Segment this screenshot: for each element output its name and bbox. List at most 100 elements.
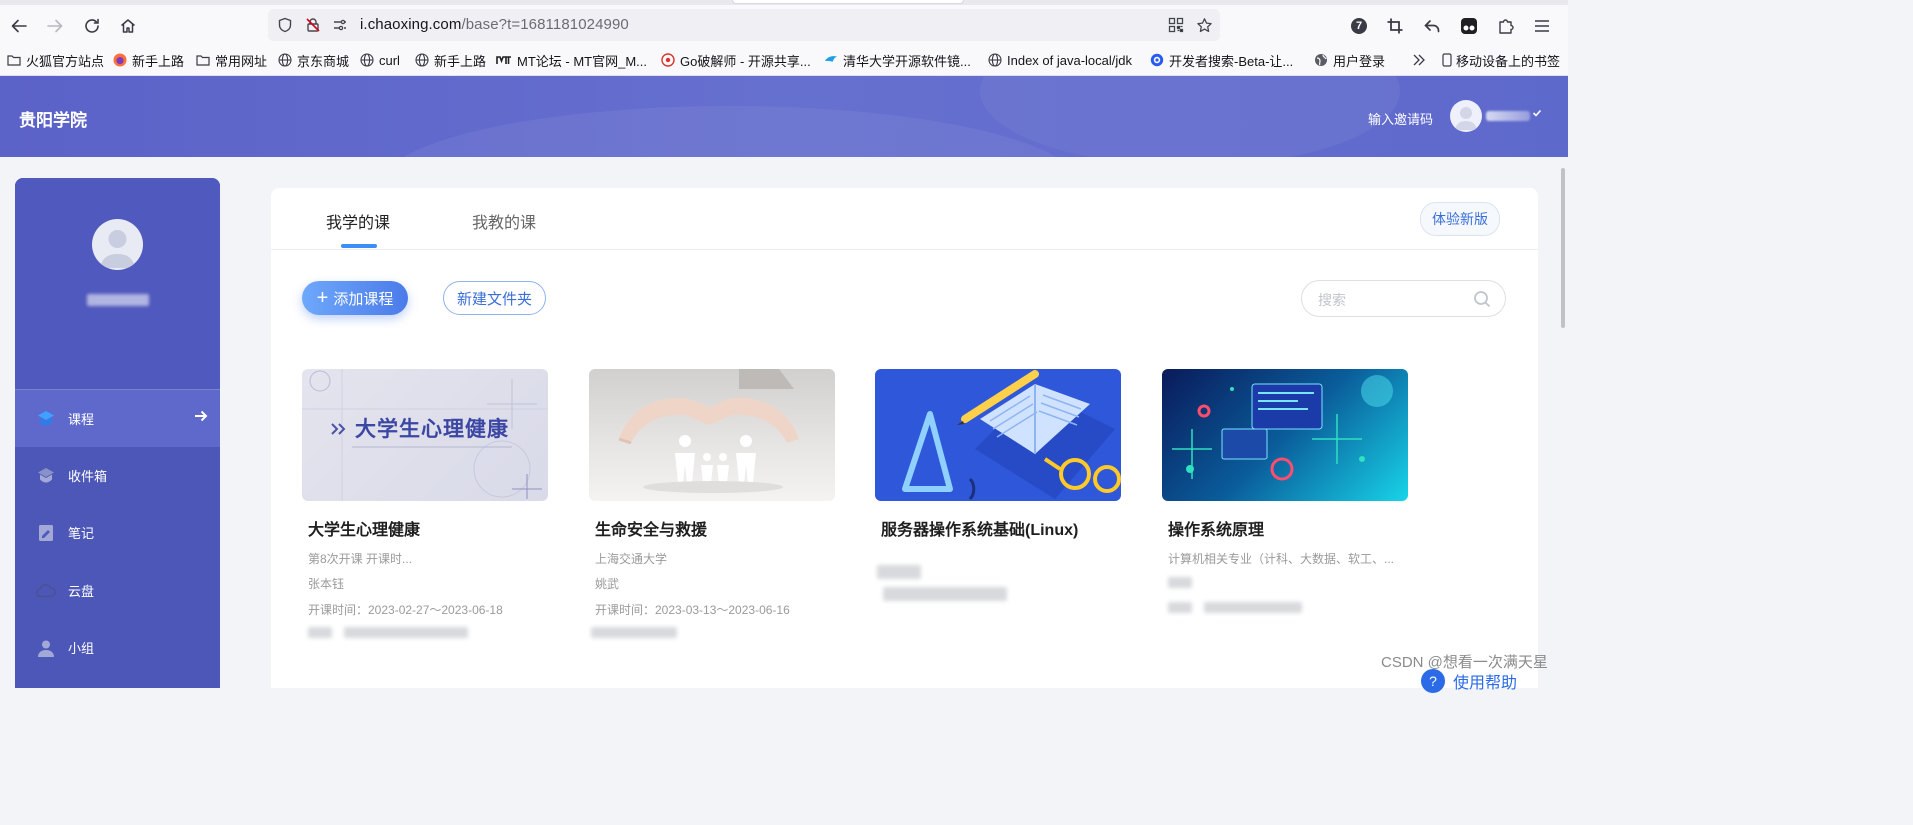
extensions-button[interactable] bbox=[1494, 14, 1518, 38]
sidebar-item-label: 课程 bbox=[68, 412, 95, 427]
bookmark-item[interactable]: 火狐官方站点 bbox=[7, 51, 104, 69]
folder-icon bbox=[196, 53, 210, 67]
home-button[interactable] bbox=[116, 14, 140, 38]
arrow-right-icon bbox=[47, 19, 63, 33]
page-scrollbar[interactable] bbox=[1561, 168, 1565, 328]
course-card[interactable]: 服务器操作系统基础(Linux) bbox=[875, 369, 1121, 669]
hamburger-menu-icon bbox=[1535, 20, 1549, 32]
bookmark-label: 新手上路 bbox=[434, 53, 487, 69]
undo-button[interactable] bbox=[1420, 14, 1444, 38]
header-decoration bbox=[380, 106, 1080, 157]
tab-learning-courses[interactable]: 我学的课 bbox=[326, 209, 390, 233]
course-card[interactable]: 操作系统原理 计算机相关专业（计科、大数据、软工、... bbox=[1162, 369, 1408, 669]
school-name[interactable]: 贵阳学院 bbox=[19, 106, 87, 131]
back-button[interactable] bbox=[7, 14, 31, 38]
avatar[interactable] bbox=[1450, 100, 1482, 132]
bookmark-item[interactable]: 清华大学开源软件镜... bbox=[824, 51, 971, 69]
baidu-dev-icon bbox=[1150, 53, 1164, 67]
user-name-redacted bbox=[87, 294, 149, 306]
bookmark-label: 新手上路 bbox=[132, 53, 185, 69]
dropdown-check-icon[interactable] bbox=[1532, 108, 1542, 121]
course-thumbnail[interactable]: 大学生心理健康 bbox=[302, 369, 548, 501]
go-icon bbox=[661, 53, 675, 67]
active-tab-edge[interactable] bbox=[732, 0, 964, 4]
globe-icon bbox=[360, 53, 374, 67]
search-icon[interactable] bbox=[1473, 290, 1491, 308]
bookmark-label: 开发者搜索-Beta-让... bbox=[1169, 53, 1294, 69]
redacted-text bbox=[1204, 602, 1302, 613]
invite-code-link[interactable]: 输入邀请码 bbox=[1368, 109, 1433, 128]
course-thumbnail[interactable] bbox=[1162, 369, 1408, 501]
search-field[interactable] bbox=[1301, 280, 1506, 317]
course-title[interactable]: 大学生心理健康 bbox=[308, 516, 420, 540]
course-meta: 第8次开课 开课时... bbox=[308, 552, 413, 566]
globe-icon bbox=[1314, 53, 1328, 67]
sidebar-item-course[interactable]: 课程 bbox=[15, 390, 220, 447]
qr-code-icon[interactable] bbox=[1167, 16, 1185, 34]
bookmark-label: 常用网址 bbox=[215, 53, 268, 69]
home-icon bbox=[121, 19, 135, 33]
bookmark-label: Go破解师 - 开源共享... bbox=[680, 53, 811, 69]
course-title[interactable]: 服务器操作系统基础(Linux) bbox=[881, 516, 1078, 540]
help-button[interactable]: ? 使用帮助 bbox=[1420, 664, 1540, 694]
add-course-button[interactable]: + 添加课程 bbox=[302, 281, 408, 315]
sidebar-item-group[interactable]: 小组 bbox=[15, 619, 220, 676]
course-thumbnail[interactable] bbox=[589, 369, 835, 501]
bookmark-item[interactable]: MT论坛 - MT官网_M... bbox=[496, 51, 647, 69]
user-name-redacted[interactable] bbox=[1486, 111, 1530, 121]
avatar[interactable] bbox=[92, 219, 143, 270]
try-new-version-button[interactable]: 体验新版 bbox=[1420, 202, 1500, 236]
reload-icon bbox=[85, 18, 99, 33]
bookmark-label: curl bbox=[379, 52, 400, 68]
more-bookmarks-button[interactable] bbox=[1412, 51, 1431, 69]
sidebar-item-label: 收件箱 bbox=[68, 469, 108, 484]
course-card[interactable]: 大学生心理健康 大学生心理健康 第8次开课 开课时... 张本钰 开课时间：20… bbox=[302, 369, 548, 669]
course-thumbnail[interactable] bbox=[875, 369, 1121, 501]
sidebar-item-note[interactable]: 笔记 bbox=[15, 504, 220, 561]
address-bar[interactable]: i.chaoxing.com/base?t=1681181024990 bbox=[268, 9, 1220, 41]
thumbnail-graphic bbox=[902, 370, 1121, 501]
bookmark-item[interactable]: curl bbox=[360, 51, 400, 69]
forward-button[interactable] bbox=[43, 14, 67, 38]
redacted-text bbox=[1168, 577, 1192, 588]
app-menu-button[interactable] bbox=[1530, 14, 1554, 38]
insecure-lock-icon[interactable] bbox=[304, 16, 322, 34]
sidebar-item-inbox[interactable]: 收件箱 bbox=[15, 447, 220, 504]
bookmark-item[interactable]: 开发者搜索-Beta-让... bbox=[1150, 51, 1293, 69]
bookmark-item[interactable]: 用户登录 bbox=[1314, 51, 1385, 69]
undo-icon bbox=[1424, 20, 1440, 33]
bookmark-item[interactable]: 新手上路 bbox=[113, 51, 184, 69]
sidebar-profile bbox=[15, 178, 220, 390]
reload-button[interactable] bbox=[80, 14, 104, 38]
bookmark-item[interactable]: 京东商城 bbox=[278, 51, 349, 69]
new-folder-button[interactable]: 新建文件夹 bbox=[443, 281, 546, 315]
course-title[interactable]: 生命安全与救援 bbox=[595, 516, 707, 540]
url-text[interactable]: i.chaoxing.com/base?t=1681181024990 bbox=[360, 16, 629, 33]
bookmark-star-icon[interactable] bbox=[1195, 16, 1213, 34]
crop-tool-button[interactable] bbox=[1383, 14, 1407, 38]
mobile-bookmarks[interactable]: 移动设备上的书签 bbox=[1442, 51, 1560, 69]
sidebar-item-cloud[interactable]: 云盘 bbox=[15, 562, 220, 619]
cloud-icon bbox=[36, 581, 56, 601]
add-course-label: 添加课程 bbox=[333, 290, 394, 308]
tab-teaching-courses[interactable]: 我教的课 bbox=[472, 209, 536, 233]
plus-icon: + bbox=[316, 287, 329, 309]
site-permissions-icon[interactable] bbox=[331, 16, 349, 34]
search-input[interactable] bbox=[1316, 289, 1470, 311]
bookmark-item[interactable]: 常用网址 bbox=[196, 51, 267, 69]
bookmark-label: MT论坛 - MT官网_M... bbox=[517, 53, 647, 69]
bookmark-item[interactable]: Index of java-local/jdk bbox=[988, 51, 1132, 69]
course-card[interactable]: 生命安全与救援 上海交通大学 姚武 开课时间：2023-03-13～2023-0… bbox=[589, 369, 835, 669]
arrow-right-icon bbox=[194, 409, 208, 428]
bookmark-item[interactable]: 新手上路 bbox=[415, 51, 486, 69]
course-title[interactable]: 操作系统原理 bbox=[1168, 516, 1264, 540]
thumbnail-graphic bbox=[618, 369, 799, 493]
tampermonkey-button[interactable] bbox=[1457, 14, 1481, 38]
url-host: i.chaoxing.com bbox=[360, 16, 462, 33]
arrow-left-icon bbox=[11, 19, 27, 33]
globe-icon bbox=[988, 53, 1002, 67]
shield-icon[interactable] bbox=[276, 16, 294, 34]
bookmark-item[interactable]: Go破解师 - 开源共享... bbox=[661, 51, 811, 69]
extension-button[interactable]: 7 bbox=[1347, 14, 1371, 38]
globe-icon bbox=[278, 53, 292, 67]
